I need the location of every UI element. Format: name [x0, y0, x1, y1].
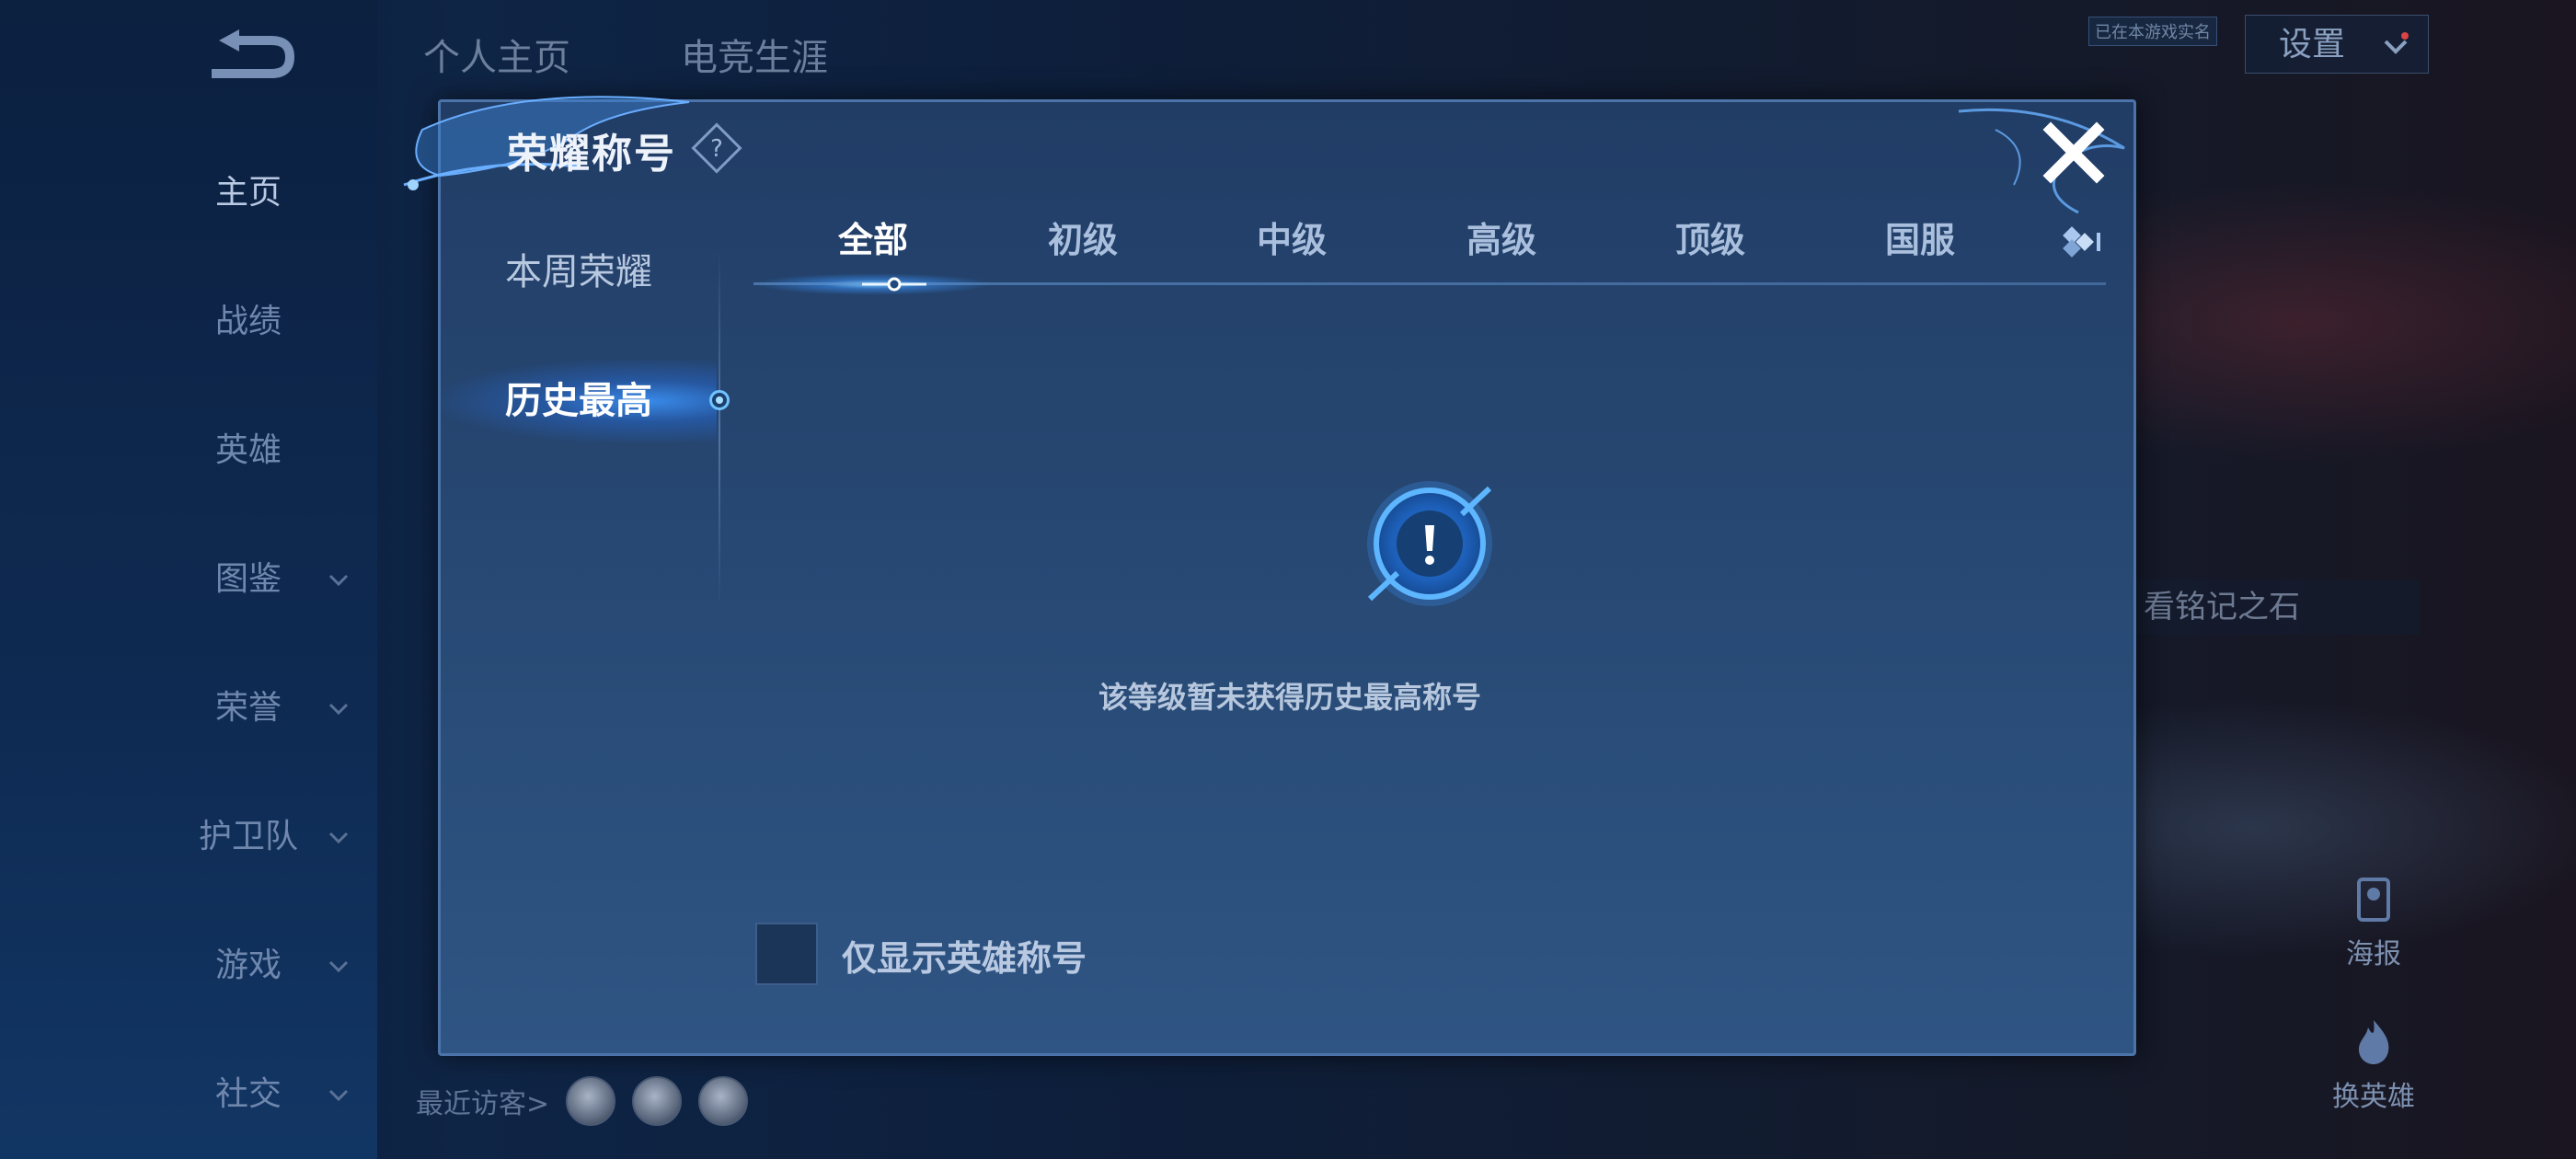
honor-title-dialog: 荣耀称号 ? 本周荣耀 历史最高 全部 初级 中级 高级 顶级 国服 该等级暂未…	[403, 96, 2136, 1056]
poster-button[interactable]: 海报	[2318, 874, 2429, 971]
tab-underline	[753, 282, 2106, 285]
nav-item-label: 荣誉	[214, 689, 282, 727]
side-tab-history-best[interactable]: 历史最高	[441, 360, 730, 442]
back-arrow-icon[interactable]	[193, 28, 304, 92]
more-tabs-icon[interactable]	[2060, 224, 2106, 260]
hero-title-only-checkbox[interactable]	[755, 923, 818, 985]
side-tab-list: 本周荣耀 历史最高	[441, 231, 730, 617]
chevron-down-icon	[2384, 32, 2409, 54]
nav-item-label: 护卫队	[198, 818, 298, 855]
nav-item[interactable]: 战绩	[147, 294, 350, 350]
side-tab-weekly-honor[interactable]: 本周荣耀	[441, 231, 717, 314]
visitor-avatar[interactable]	[632, 1076, 683, 1126]
nav-item-label: 主页	[214, 174, 282, 212]
tab-intermediate[interactable]: 中级	[1218, 212, 1365, 277]
poster-icon	[2357, 878, 2390, 922]
recent-visitors: 最近访客>	[416, 1076, 749, 1126]
active-tab-marker-icon	[862, 277, 926, 292]
flame-icon	[2359, 1020, 2389, 1064]
chevron-down-icon	[328, 960, 349, 973]
side-tab-label: 历史最高	[505, 380, 652, 422]
tab-personal-home[interactable]: 个人主页	[423, 28, 570, 81]
recent-visitors-label[interactable]: 最近访客>	[416, 1081, 549, 1121]
nav-item[interactable]: 英雄	[147, 423, 350, 478]
nav-item-label: 图鉴	[214, 560, 282, 598]
svg-text:?: ?	[710, 135, 723, 163]
memory-stone-button[interactable]: 看铭记之石	[2134, 580, 2420, 635]
tab-beginner[interactable]: 初级	[1009, 212, 1156, 277]
tab-advanced[interactable]: 高级	[1428, 212, 1575, 277]
switch-hero-label: 换英雄	[2332, 1081, 2415, 1113]
alert-icon	[1367, 481, 1492, 606]
side-tab-label: 本周荣耀	[505, 251, 652, 293]
nav-item-label: 战绩	[214, 303, 282, 340]
left-navigation: 主页战绩英雄图鉴荣誉护卫队游戏社交	[0, 0, 377, 1159]
visitor-avatar[interactable]	[698, 1076, 749, 1126]
memory-stone-label: 看铭记之石	[2144, 589, 2300, 625]
tab-all[interactable]: 全部	[799, 212, 947, 277]
nav-item-label: 游戏	[214, 947, 282, 984]
nav-item[interactable]: 主页	[147, 166, 350, 221]
settings-button[interactable]: 设置	[2245, 15, 2429, 74]
help-icon[interactable]: ?	[691, 122, 742, 174]
chevron-down-icon	[328, 574, 349, 587]
chevron-down-icon	[328, 703, 349, 716]
close-icon[interactable]	[2041, 120, 2106, 185]
hero-title-only-label[interactable]: 仅显示英雄称号	[842, 930, 1087, 981]
tab-top[interactable]: 顶级	[1637, 212, 1784, 277]
nav-item-label: 社交	[214, 1075, 282, 1113]
nav-item[interactable]: 护卫队	[147, 809, 350, 865]
poster-label: 海报	[2346, 938, 2401, 970]
switch-hero-button[interactable]: 换英雄	[2318, 1016, 2429, 1114]
visitor-avatar[interactable]	[566, 1076, 616, 1126]
empty-state-message: 该等级暂未获得历史最高称号	[1098, 680, 1481, 715]
tab-esports-career[interactable]: 电竞生涯	[681, 28, 828, 81]
settings-label: 设置	[2279, 26, 2346, 63]
level-tab-bar: 全部 初级 中级 高级 顶级 国服	[753, 212, 2124, 277]
tab-national[interactable]: 国服	[1846, 212, 1994, 277]
side-tab-divider	[719, 249, 720, 608]
chevron-down-icon	[328, 832, 349, 844]
selected-indicator-icon	[709, 390, 730, 410]
chevron-down-icon	[328, 1089, 349, 1102]
nav-item[interactable]: 图鉴	[147, 552, 350, 607]
nav-item-label: 英雄	[214, 431, 282, 469]
nav-item[interactable]: 荣誉	[147, 681, 350, 736]
realname-badge: 已在本游戏实名	[2088, 17, 2217, 46]
nav-item[interactable]: 社交	[147, 1067, 350, 1122]
nav-item[interactable]: 游戏	[147, 938, 350, 993]
dialog-title: 荣耀称号	[507, 131, 676, 178]
